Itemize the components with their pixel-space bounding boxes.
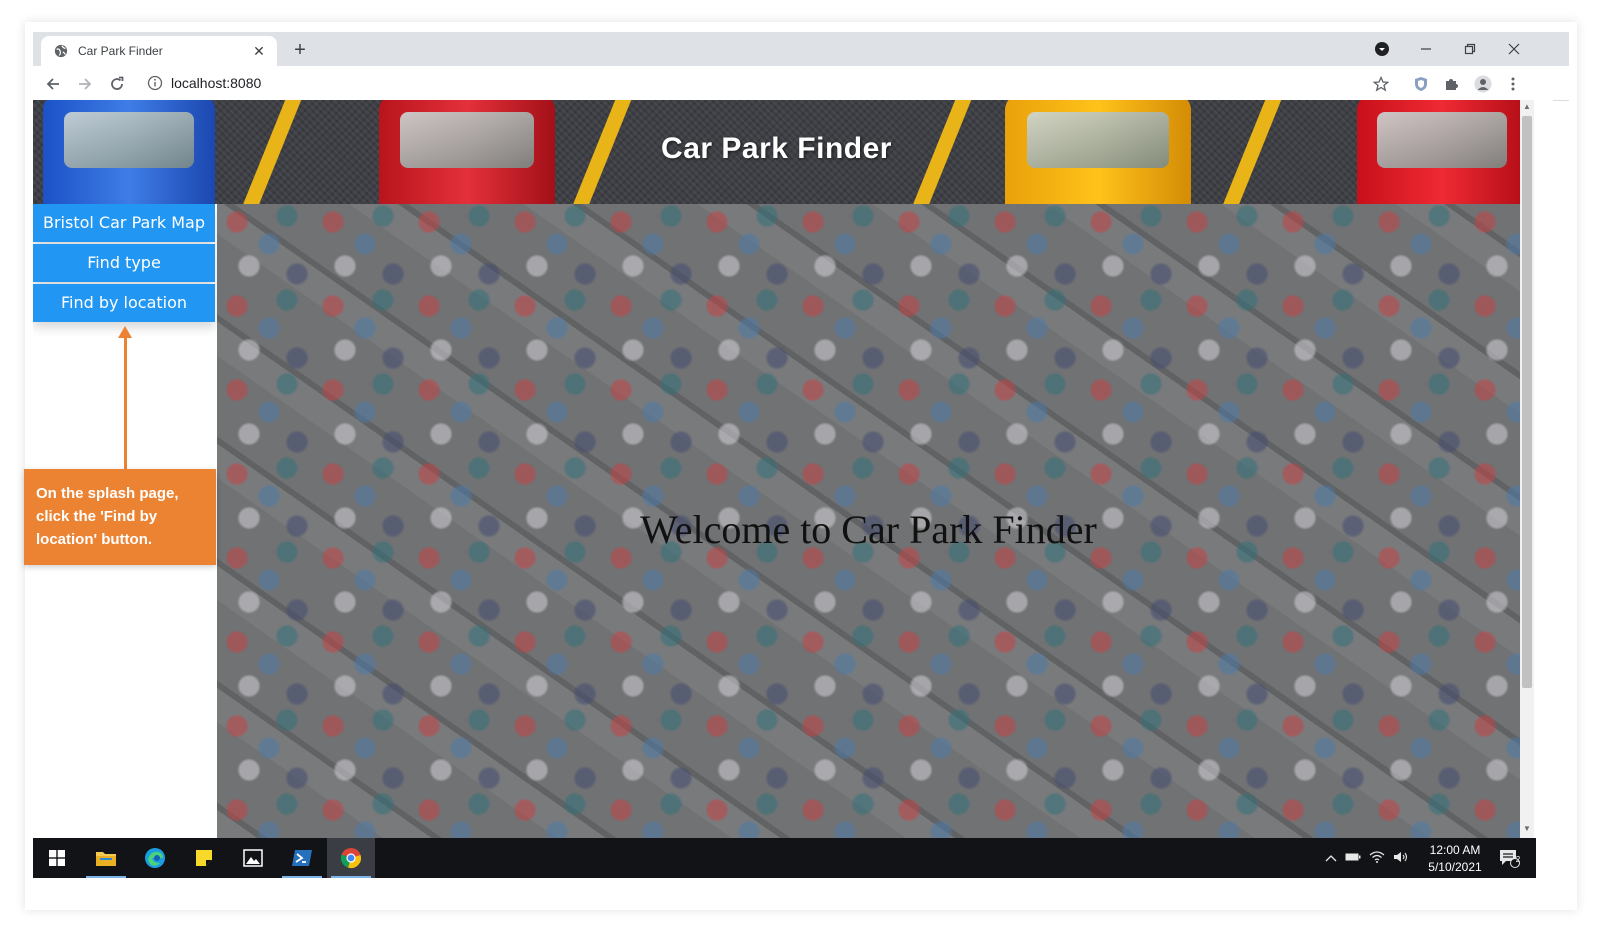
globe-icon — [54, 44, 68, 58]
windows-taskbar: 12:00 AM 5/10/2021 2 — [33, 838, 1536, 878]
wifi-icon[interactable] — [1365, 850, 1389, 866]
page-scrollbar[interactable]: ▲ ▼ — [1520, 100, 1534, 838]
sticky-notes-icon[interactable] — [180, 838, 228, 878]
browser-toolbar: localhost:8080 — [33, 66, 1569, 101]
clock-date: 5/10/2021 — [1428, 860, 1482, 874]
browser-window: Car Park Finder ✕ + localhost:8080 Car P… — [33, 32, 1569, 902]
browser-tab[interactable]: Car Park Finder ✕ — [41, 36, 277, 66]
url-text[interactable]: localhost:8080 — [171, 75, 261, 91]
clock-time: 12:00 AM — [1429, 843, 1481, 857]
photos-icon[interactable] — [229, 838, 277, 878]
tab-search-icon[interactable] — [1367, 36, 1397, 62]
restore-icon[interactable] — [1455, 36, 1485, 62]
back-arrow-icon[interactable] — [43, 74, 63, 94]
chrome-browser-icon[interactable] — [327, 838, 375, 878]
reload-icon[interactable] — [107, 74, 127, 94]
close-window-icon[interactable] — [1499, 36, 1529, 62]
new-tab-icon[interactable]: + — [289, 39, 311, 61]
side-navigation: Bristol Car Park Map Find type Find by l… — [33, 204, 215, 324]
nav-find-by-location-button[interactable]: Find by location — [33, 284, 215, 322]
forward-arrow-icon[interactable] — [75, 74, 95, 94]
screenshot-frame: Car Park Finder ✕ + localhost:8080 Car P… — [25, 22, 1577, 910]
tab-strip: Car Park Finder ✕ + — [33, 32, 1569, 66]
scroll-thumb[interactable] — [1522, 116, 1532, 688]
profile-avatar-icon[interactable] — [1473, 74, 1493, 94]
menu-dots-icon[interactable] — [1503, 74, 1523, 94]
scroll-down-icon[interactable]: ▼ — [1522, 824, 1532, 834]
shield-extension-icon[interactable] — [1411, 74, 1431, 94]
minimize-icon[interactable] — [1411, 36, 1441, 62]
battery-icon[interactable] — [1341, 851, 1365, 865]
taskbar-clock[interactable]: 12:00 AM 5/10/2021 — [1425, 842, 1485, 876]
tab-title: Car Park Finder — [78, 44, 163, 58]
nav-find-type-button[interactable]: Find type — [33, 244, 215, 282]
page-viewport: Car Park Finder Bristol Car Park Map Fin… — [33, 100, 1553, 838]
nav-bristol-car-park-map-button[interactable]: Bristol Car Park Map — [33, 204, 215, 242]
chevron-up-icon[interactable] — [1321, 851, 1341, 865]
info-icon[interactable] — [147, 75, 163, 91]
edge-browser-icon[interactable] — [131, 838, 179, 878]
address-bar[interactable]: localhost:8080 — [137, 69, 1497, 97]
system-tray — [1321, 838, 1413, 878]
annotation-arrow-line — [124, 334, 127, 470]
welcome-heading: Welcome to Car Park Finder — [640, 507, 1097, 552]
hero-car-park-background: Welcome to Car Park Finder — [217, 204, 1520, 838]
volume-icon[interactable] — [1389, 851, 1413, 866]
powershell-icon[interactable] — [278, 838, 326, 878]
annotation-callout: On the splash page, click the 'Find by l… — [24, 469, 216, 565]
file-explorer-icon[interactable] — [82, 838, 130, 878]
site-title: Car Park Finder — [661, 132, 892, 165]
scroll-up-icon[interactable]: ▲ — [1522, 102, 1532, 112]
close-tab-icon[interactable]: ✕ — [251, 43, 267, 59]
site-header-banner: Car Park Finder — [33, 100, 1520, 204]
notification-center-icon[interactable]: 2 — [1489, 838, 1529, 878]
puzzle-extensions-icon[interactable] — [1441, 74, 1461, 94]
notification-count-badge: 2 — [1515, 855, 1521, 864]
windows-start-icon[interactable] — [33, 838, 81, 878]
bookmark-star-icon[interactable] — [1371, 74, 1391, 94]
